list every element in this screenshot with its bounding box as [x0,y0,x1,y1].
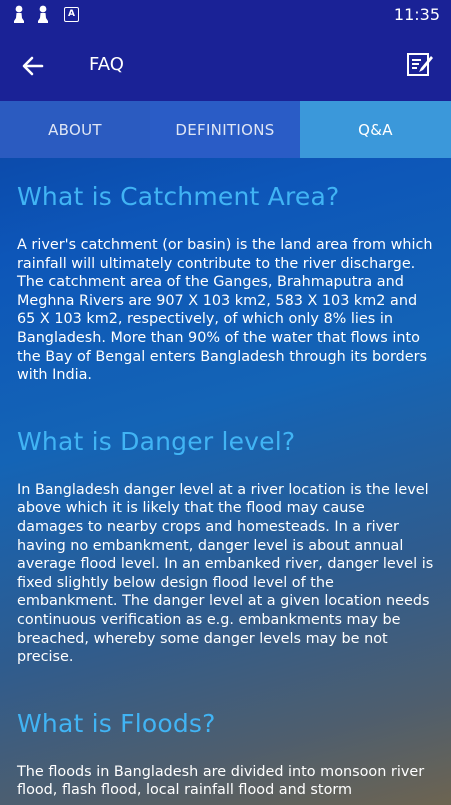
edit-note-button[interactable] [404,50,434,80]
back-button[interactable] [18,50,50,82]
tab-definitions[interactable]: DEFINITIONS [150,101,300,158]
status-bar: A 11:35 [0,0,451,30]
tab-about[interactable]: ABOUT [0,101,150,158]
faq-question: What is Floods? [17,708,216,738]
pawn-icon [14,5,24,23]
app-bar: FAQ [0,30,451,101]
status-icons: A [12,5,79,23]
faq-answer: The floods in Bangladesh are divided int… [17,763,425,799]
tab-bar: ABOUT DEFINITIONS Q&A [0,101,451,158]
a-box-icon: A [64,6,79,22]
faq-answer: A river's catchment (or basin) is the la… [17,237,433,384]
pawn-icon [38,5,48,23]
arrow-left-icon [22,56,44,76]
tab-qa[interactable]: Q&A [300,101,451,158]
faq-answer: In Bangladesh danger level at a river lo… [17,481,434,666]
edit-note-icon [407,53,433,76]
faq-content[interactable]: What is Catchment Area? A river's catchm… [0,158,451,805]
faq-question: What is Danger level? [17,426,296,456]
status-time: 11:35 [393,5,440,24]
page-title: FAQ [89,54,124,75]
faq-question: What is Catchment Area? [17,182,340,211]
